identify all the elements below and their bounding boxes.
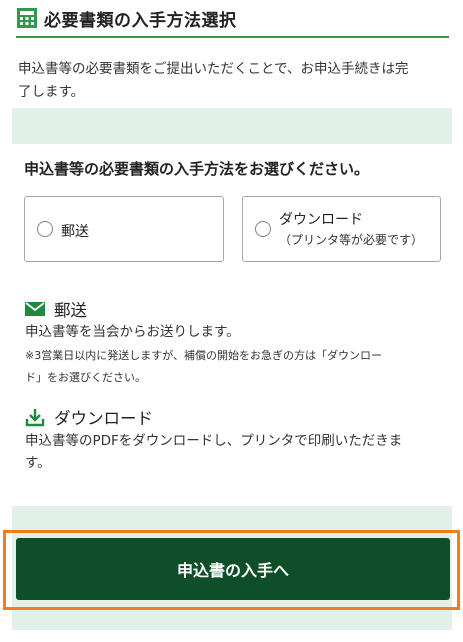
option-mail[interactable]: 郵送 xyxy=(24,196,224,262)
download-title: ダウンロード xyxy=(54,409,153,428)
page-header: 必要書類の入手方法選択 xyxy=(16,0,449,38)
download-description-2: す。 xyxy=(25,455,51,471)
envelope-icon xyxy=(25,302,45,316)
intro-line-1: 申込書等の必要書類をご提出いただくことで、お申込手続きは完 xyxy=(18,61,409,77)
calculator-icon xyxy=(17,8,37,28)
intro-text: 申込書等の必要書類をご提出いただくことで、お申込手続きは完 了します。 xyxy=(18,58,450,104)
intro-line-2: 了します。 xyxy=(18,84,85,100)
selection-panel: 申込書等の必要書類の入手方法をお選びください。 郵送 ダウンロード （プリンタ等… xyxy=(12,144,452,506)
download-section-title: ダウンロード xyxy=(25,405,153,429)
download-icon xyxy=(25,409,45,427)
option-mail-label: 郵送 xyxy=(61,224,89,240)
get-application-button[interactable]: 申込書の入手へ xyxy=(16,538,450,600)
radio-download[interactable] xyxy=(255,221,271,237)
green-band xyxy=(12,108,452,144)
download-description-1: 申込書等のPDFをダウンロードし、プリンタで印刷いただきま xyxy=(25,433,403,449)
selection-question: 申込書等の必要書類の入手方法をお選びください。 xyxy=(24,160,370,178)
mail-note-1: ※3営業日以内に発送しますが、補償の開始をお急ぎの方は「ダウンロー xyxy=(25,349,382,362)
mail-title: 郵送 xyxy=(54,301,87,320)
radio-mail[interactable] xyxy=(37,221,53,237)
page-title: 必要書類の入手方法選択 xyxy=(44,10,237,31)
option-download-sublabel: （プリンタ等が必要です） xyxy=(279,233,424,247)
mail-note-2: ド」をお選びください。 xyxy=(25,371,146,384)
mail-description: 申込書等を当会からお送りします。 xyxy=(25,324,240,340)
mail-section-title: 郵送 xyxy=(25,297,87,321)
option-download-label: ダウンロード xyxy=(279,212,363,228)
option-download[interactable]: ダウンロード （プリンタ等が必要です） xyxy=(242,196,441,262)
